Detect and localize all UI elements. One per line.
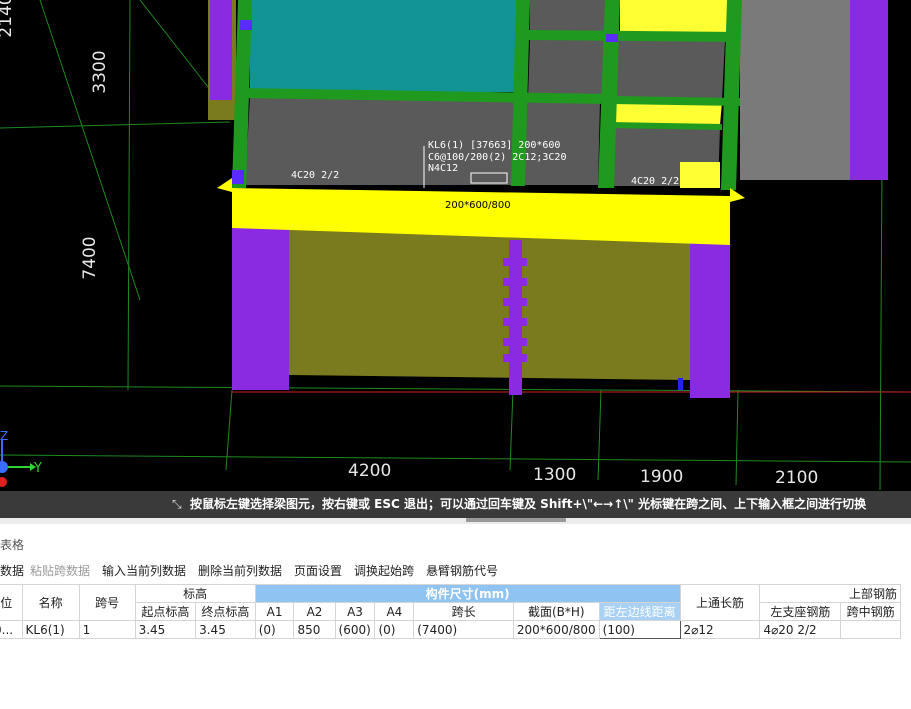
dim-label-3300: 3300: [90, 50, 110, 94]
purple-marker-1: [240, 20, 252, 30]
cell-a1[interactable]: (0): [254, 620, 295, 639]
toolbar-cantilever-code[interactable]: 悬臂钢筋代号: [426, 562, 498, 579]
cell-span-len[interactable]: (7400): [413, 620, 514, 639]
purple-marker-3: [606, 34, 618, 42]
cell-start-elev[interactable]: 3.45: [134, 620, 197, 639]
toolbar-swap-start-span[interactable]: 调换起始跨: [354, 562, 414, 579]
cad-3d-viewport[interactable]: KL6(1) [37663] 200*600 C6@100/200(2) 2C1…: [0, 0, 911, 518]
beam-right-arrow: [730, 188, 745, 202]
gray-wall-block: [740, 0, 850, 180]
toolbar-input-column-data[interactable]: 输入当前列数据: [102, 562, 186, 579]
beam-label-line-3: N4C12: [428, 163, 458, 174]
header-col0: 位: [0, 584, 23, 621]
yellow-slab-1: [620, 0, 730, 35]
teal-slab: [250, 0, 520, 92]
beam-label-line-1: KL6(1) [37663] 200*600: [428, 140, 560, 151]
toolbar-paste-span-data: 粘贴跨数据: [30, 564, 91, 578]
header-mid-span: 跨中钢筋: [840, 602, 901, 621]
cell-section[interactable]: 200*600/800: [512, 620, 600, 639]
header-group-size: 构件尺寸(mm): [254, 584, 681, 603]
axis-y-label: Y: [33, 461, 42, 476]
cell-a4[interactable]: (0): [374, 620, 415, 639]
splitter-handle[interactable]: [466, 518, 566, 522]
table-row[interactable]: 0... KL6(1) 1 3.45 3.45 (0) 850 (600) (0…: [0, 620, 901, 639]
status-message: 按鼠标左键选择梁图元，按右键或 ESC 退出；可以通过回车键及 Shift+\"…: [190, 497, 867, 511]
toolbar-delete-column-data[interactable]: 删除当前列数据: [198, 562, 282, 579]
gray-slab-2: [528, 40, 725, 100]
cell-a2[interactable]: 850: [293, 620, 336, 639]
cell-a3[interactable]: (600): [334, 620, 376, 639]
header-span: 跨号: [78, 584, 136, 621]
dim-label-4200: 4200: [348, 461, 392, 481]
toolbar-page-setup[interactable]: 页面设置: [294, 562, 342, 579]
header-section: 截面(B*H): [512, 602, 600, 621]
cell-mid-span[interactable]: [840, 620, 901, 639]
purple-column-left-top: [210, 0, 232, 100]
gray-slab-1: [530, 0, 610, 32]
axis-z-label: Z: [0, 429, 8, 443]
axis-gizmo: Y Z: [0, 429, 42, 487]
dim-label-1300: 1300: [533, 465, 577, 485]
dim-label-1900: 1900: [640, 467, 684, 487]
purple-column-right: [690, 238, 730, 398]
beam-span-table: 位 名称 跨号 标高 构件尺寸(mm) 上通长筋 上部钢筋 起点标高 终点标高 …: [0, 584, 901, 639]
cell-name[interactable]: KL6(1): [21, 620, 80, 639]
purple-column-left: [232, 225, 289, 390]
header-a3: A3: [334, 602, 376, 621]
header-left-support: 左支座钢筋: [759, 602, 842, 621]
status-bar: ⤡ 按鼠标左键选择梁图元，按右键或 ESC 退出；可以通过回车键及 Shift+…: [0, 491, 911, 518]
header-a4: A4: [374, 602, 415, 621]
header-a1: A1: [254, 602, 295, 621]
shrink-arrows-icon[interactable]: ⤡: [172, 491, 182, 518]
header-start-elev: 起点标高: [134, 602, 197, 621]
header-group-top: 上部钢筋: [759, 584, 901, 603]
header-top-long: 上通长筋: [679, 584, 761, 621]
cell-top-long[interactable]: 2⌀12: [679, 620, 761, 639]
cell-span[interactable]: 1: [78, 620, 136, 639]
cell-left-support[interactable]: 4⌀20 2/2: [759, 620, 842, 639]
header-a2: A2: [293, 602, 336, 621]
right-support-label: 4C20 2/2: [631, 176, 679, 187]
beam-section-label: 200*600/800: [445, 200, 511, 211]
olive-wall-lower: [289, 228, 690, 380]
dim-label-2100: 2100: [775, 468, 819, 488]
toolbar-copy-data[interactable]: 数据: [0, 562, 24, 579]
left-support-label: 4C20 2/2: [291, 170, 339, 181]
header-offset: 距左边线距离: [598, 602, 681, 621]
beam-label-line-2: C6@100/200(2) 2C12;3C20: [428, 152, 566, 163]
panel-title: 表格: [0, 538, 25, 552]
cell-end-elev[interactable]: 3.45: [195, 620, 256, 639]
header-group-elev: 标高: [134, 584, 256, 603]
header-name: 名称: [21, 584, 80, 621]
cell-offset-input[interactable]: (100): [598, 620, 681, 639]
dim-label-2140: 2140: [0, 0, 16, 38]
header-span-len: 跨长: [413, 602, 514, 621]
dim-label-7400: 7400: [80, 236, 100, 280]
blue-marker: [678, 378, 683, 390]
purple-marker-2: [232, 170, 244, 184]
yellow-slab-3: [680, 162, 720, 188]
header-end-elev: 终点标高: [195, 602, 256, 621]
panel-splitter[interactable]: [0, 518, 911, 524]
cell-col0[interactable]: 0...: [0, 620, 23, 639]
beam-left-arrow: [217, 178, 232, 192]
model-canvas[interactable]: KL6(1) [37663] 200*600 C6@100/200(2) 2C1…: [0, 0, 911, 518]
purple-column-right-top: [850, 0, 888, 180]
